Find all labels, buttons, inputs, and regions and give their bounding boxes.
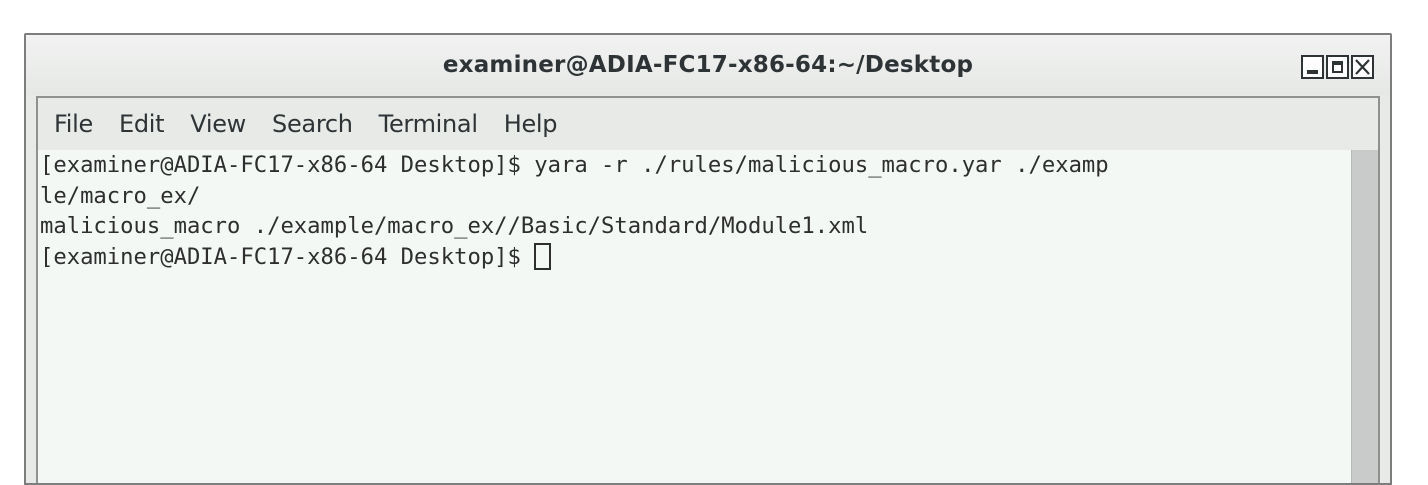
- terminal-line: [examiner@ADIA-FC17-x86-64 Desktop]$ yar…: [40, 152, 1109, 178]
- maximize-icon[interactable]: [1326, 55, 1349, 79]
- terminal-prompt-line: [examiner@ADIA-FC17-x86-64 Desktop]$: [40, 242, 1348, 273]
- vertical-scrollbar[interactable]: [1351, 150, 1378, 483]
- terminal-line: le/macro_ex/: [40, 182, 201, 209]
- terminal-output[interactable]: [examiner@ADIA-FC17-x86-64 Desktop]$ yar…: [38, 150, 1378, 483]
- menu-bar: File Edit View Search Terminal Help: [38, 98, 1378, 150]
- terminal-client-area: File Edit View Search Terminal Help [exa…: [36, 96, 1380, 483]
- terminal-line: malicious_macro ./example/macro_ex//Basi…: [40, 213, 869, 239]
- menu-search[interactable]: Search: [262, 110, 369, 138]
- terminal-window: examiner@ADIA-FC17-x86-64:~/Desktop File…: [24, 33, 1392, 485]
- terminal-prompt: [examiner@ADIA-FC17-x86-64 Desktop]$: [40, 243, 535, 270]
- window-controls: [1301, 55, 1374, 79]
- title-bar[interactable]: examiner@ADIA-FC17-x86-64:~/Desktop: [26, 35, 1390, 95]
- close-icon[interactable]: [1351, 55, 1374, 79]
- menu-view[interactable]: View: [180, 110, 262, 138]
- menu-help[interactable]: Help: [494, 110, 574, 138]
- text-cursor: [534, 242, 552, 270]
- menu-terminal[interactable]: Terminal: [369, 110, 494, 138]
- terminal-text: [examiner@ADIA-FC17-x86-64 Desktop]$ yar…: [40, 150, 1348, 272]
- menu-edit[interactable]: Edit: [109, 110, 180, 138]
- window-title: examiner@ADIA-FC17-x86-64:~/Desktop: [442, 52, 974, 78]
- menu-file[interactable]: File: [44, 110, 109, 138]
- minimize-icon[interactable]: [1301, 55, 1324, 79]
